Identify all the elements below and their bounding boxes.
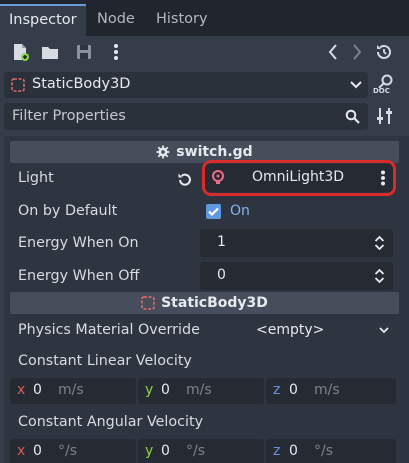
on-by-default-value: On [230,203,250,219]
tab-node[interactable]: Node [88,4,144,36]
linear-velocity-z-value: 0 [289,382,298,398]
on-by-default-checkbox[interactable] [206,204,221,219]
on-by-default-label: On by Default [18,203,118,219]
angular-velocity-z-value: 0 [289,443,298,459]
angular-velocity-y-value: 0 [161,443,170,459]
linear-velocity-unit: m/s [314,382,340,398]
energy-when-on-spinbox[interactable]: 1 [200,229,393,257]
annotation-highlight [202,160,396,196]
physics-material-label: Physics Material Override [18,322,200,338]
filter-properties-input[interactable]: Filter Properties [4,103,368,130]
linear-velocity-unit: m/s [186,382,212,398]
linear-velocity-unit: m/s [58,382,84,398]
new-resource-icon[interactable] [10,42,30,62]
angular-velocity-y-field[interactable]: y 0 °/s [138,439,264,463]
linear-velocity-y-field[interactable]: y 0 m/s [138,378,264,404]
forward-icon[interactable] [347,42,367,62]
energy-when-off-spinbox[interactable]: 0 [200,262,393,290]
energy-when-on-value: 1 [217,234,226,250]
more-options-icon[interactable] [106,42,126,62]
tab-history[interactable]: History [147,4,217,36]
angular-velocity-label: Constant Angular Velocity [18,414,204,430]
physics-material-value: <empty> [256,322,325,338]
filter-placeholder: Filter Properties [12,108,126,124]
linear-velocity-z-field[interactable]: z 0 m/s [266,378,396,404]
section-header-staticbody3d[interactable]: StaticBody3D [10,292,399,314]
angular-velocity-unit: °/s [314,443,334,459]
open-documentation-button[interactable]: DOC [372,72,398,98]
tab-inspector[interactable]: Inspector [0,4,86,36]
save-icon[interactable] [74,42,94,62]
light-label: Light [18,170,54,186]
search-icon [345,109,360,124]
stepper-icon[interactable] [374,268,385,284]
gear-icon [156,145,170,159]
staticbody3d-icon [11,78,25,92]
chevron-down-icon [350,81,362,89]
angular-velocity-z-field[interactable]: z 0 °/s [266,439,396,463]
chevron-down-icon [379,327,389,334]
linear-velocity-y-value: 0 [161,382,170,398]
staticbody3d-icon [141,296,155,310]
history-icon[interactable] [374,42,394,62]
open-folder-icon[interactable] [40,42,60,62]
angular-velocity-unit: °/s [186,443,206,459]
linear-velocity-label: Constant Linear Velocity [18,353,192,369]
linear-velocity-x-value: 0 [33,382,42,398]
physics-material-picker[interactable]: <empty> [200,317,393,343]
energy-when-off-label: Energy When Off [18,268,140,284]
dock-tab-bar: Inspector Node History [0,0,409,36]
inspector-toolbar [0,36,409,70]
object-selector[interactable]: StaticBody3D [4,72,368,98]
angular-velocity-x-field[interactable]: x 0 °/s [10,439,136,463]
back-icon[interactable] [323,42,343,62]
energy-when-off-value: 0 [217,267,226,283]
linear-velocity-x-field[interactable]: x 0 m/s [10,378,136,404]
angular-velocity-unit: °/s [58,443,78,459]
stepper-icon[interactable] [374,235,385,251]
section-title: switch.gd [176,144,253,160]
property-options-icon[interactable] [374,105,396,127]
section-title: StaticBody3D [161,295,268,311]
checkmark-icon [208,207,219,217]
revert-icon[interactable] [176,171,193,188]
object-name: StaticBody3D [32,76,131,92]
energy-when-on-label: Energy When On [18,235,139,251]
angular-velocity-x-value: 0 [33,443,42,459]
doc-label: DOC [373,87,390,95]
